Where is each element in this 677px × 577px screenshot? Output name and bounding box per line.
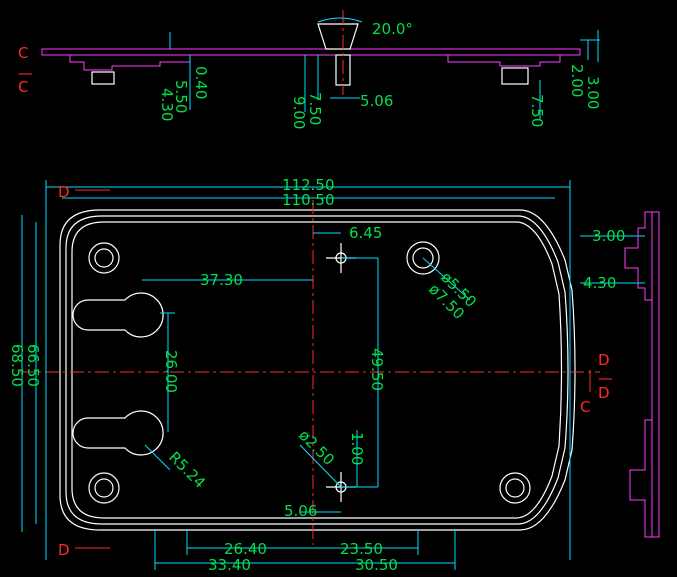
section-cc-label-top: C: [18, 44, 28, 62]
dim-7-50-b: 7.50: [528, 94, 546, 127]
dim-5-06-bottom: 5.06: [284, 502, 317, 520]
dim-110-50: 110.50: [282, 191, 335, 209]
section-cc-plate: [41, 48, 581, 56]
section-cc-right-boss: [501, 67, 529, 85]
dim-5-06-top: 5.06: [360, 92, 393, 110]
boss-top-left: [88, 242, 120, 274]
technical-drawing: C — C D — D D D C 20.0° 0.40 5.50 4.30 9…: [8, 10, 660, 574]
section-cc-label-bottom: C: [18, 78, 28, 96]
dim-leader: [144, 444, 171, 471]
dim-r5-24: R5.24: [165, 448, 209, 492]
plan-rib-outline: [71, 221, 563, 519]
section-dd-upper-profile: [624, 211, 652, 301]
dim-2-00: 2.00: [568, 64, 586, 97]
section-dd-label-bottom: D: [598, 384, 610, 402]
section-dd-view: [580, 211, 660, 538]
dim-1-00: 1.00: [348, 432, 366, 465]
boss-bottom-left: [88, 472, 120, 504]
dim-6-45: 6.45: [349, 224, 382, 242]
dim-26-00: 26.00: [162, 350, 180, 393]
dim-angle-arc: [317, 17, 363, 23]
keyhole-slot-upper: [72, 292, 164, 338]
section-cc-right-profile: [440, 54, 580, 67]
dim-4-30-side: 4.30: [583, 274, 616, 292]
keyhole-slot-lower: [72, 410, 164, 456]
boss-bottom-right: [499, 472, 531, 504]
section-d-label-bottom-left: D: [58, 541, 70, 559]
dim-angle: 20.0°: [372, 20, 413, 38]
boss-bottom-left-hole: [94, 478, 114, 498]
dim-37-30: 37.30: [200, 271, 243, 289]
section-cc-cone: [317, 23, 359, 50]
section-d-label-top-left: D: [58, 183, 70, 201]
dim-4-30-top: 4.30: [158, 88, 176, 121]
dim-30-50: 30.50: [355, 556, 398, 574]
dim-3-00-side: 3.00: [592, 227, 625, 245]
dim-33-40: 33.40: [208, 556, 251, 574]
dim-68-50: 68.50: [8, 344, 26, 387]
dim-49-50: 49.50: [368, 348, 386, 391]
dim-3-00-top: 3.00: [584, 76, 602, 109]
section-c-label-right: C: [580, 398, 590, 416]
dim-0-40: 0.40: [192, 66, 210, 99]
section-dd-plate: [651, 211, 660, 538]
plan-inner-outline: [65, 215, 569, 525]
section-dd-label-top: D: [598, 351, 610, 369]
section-dd-lower-profile: [629, 419, 652, 538]
section-cc-left-profile: [42, 54, 191, 71]
boss-top-left-hole: [94, 248, 114, 268]
dim-7-50-a: 7.50: [306, 92, 324, 125]
plan-outer-outline: [59, 209, 576, 531]
boss-bottom-right-hole: [505, 478, 525, 498]
dimension-labels: 20.0° 0.40 5.50 4.30 9.00 7.50 5.06 7.50…: [8, 20, 625, 574]
dim-9-00: 9.00: [290, 96, 308, 129]
section-cc-left-boss: [91, 71, 115, 85]
